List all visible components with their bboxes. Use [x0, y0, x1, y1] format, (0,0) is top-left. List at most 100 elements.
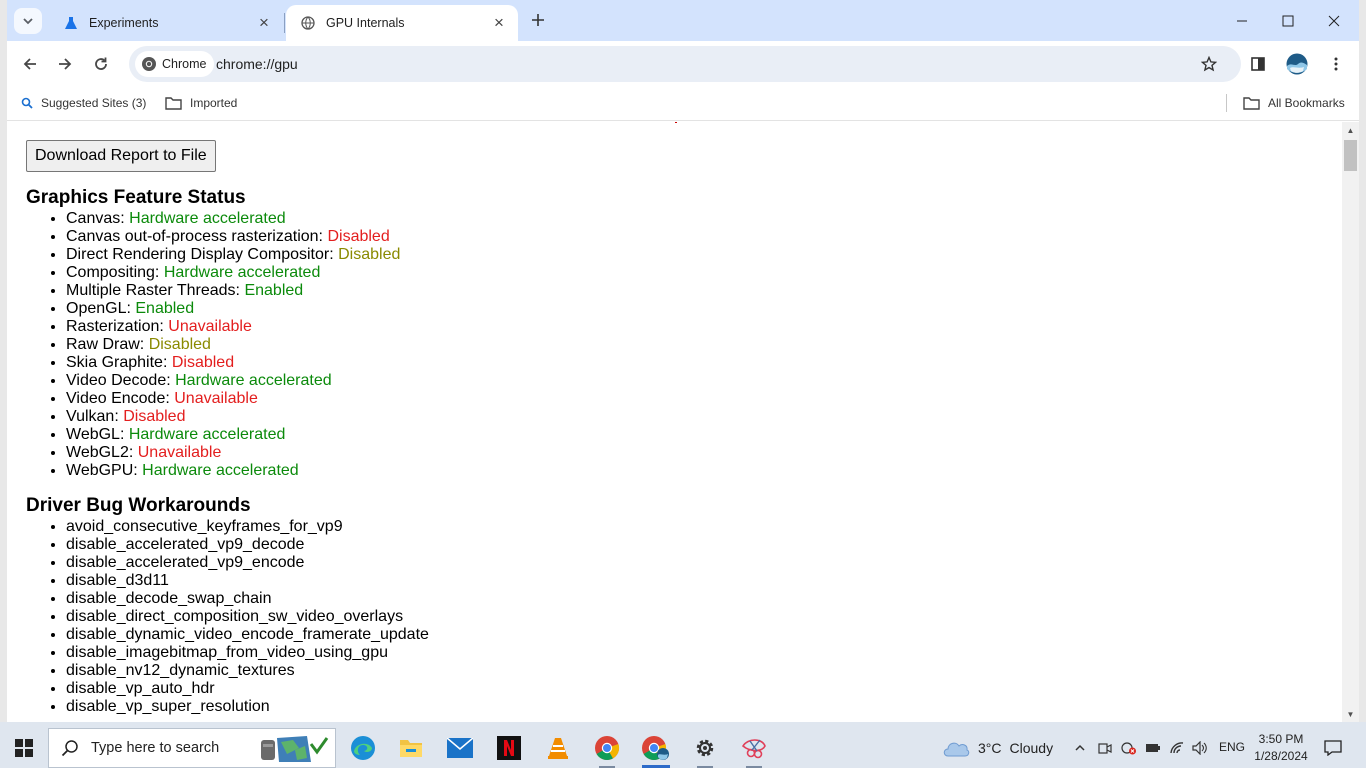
workaround-item: disable_decode_swap_chain: [66, 590, 429, 608]
taskbar-settings[interactable]: [681, 728, 729, 768]
feature-status-item: Video Decode: Hardware accelerated: [66, 372, 400, 390]
taskbar-netflix[interactable]: [485, 728, 533, 768]
weather-temperature: 3°C: [978, 740, 1002, 756]
feature-status: Enabled: [135, 300, 195, 317]
tray-meet-icon[interactable]: [1095, 738, 1115, 758]
close-tab-icon[interactable]: ×: [490, 13, 508, 32]
folder-icon: [400, 740, 422, 757]
profile-button[interactable]: [1283, 50, 1311, 78]
tray-wifi-icon[interactable]: [1167, 738, 1187, 758]
feature-status-item: Canvas out-of-process rasterization: Dis…: [66, 228, 400, 246]
close-tab-icon[interactable]: ×: [255, 13, 273, 32]
chevron-up-icon: [1075, 744, 1085, 751]
scroll-up-arrow-icon[interactable]: ▲: [1342, 122, 1359, 138]
address-bar[interactable]: Chrome chrome://gpu: [129, 46, 1241, 82]
feature-name: WebGPU:: [66, 462, 143, 479]
search-icon: [61, 740, 78, 757]
chevron-down-icon: [23, 18, 33, 25]
feature-status: Hardware accelerated: [128, 426, 286, 443]
workaround-item: avoid_consecutive_keyframes_for_vp9: [66, 518, 429, 536]
taskbar-chrome-profile[interactable]: [632, 728, 680, 768]
scroll-down-arrow-icon[interactable]: ▼: [1342, 706, 1359, 722]
browser-window: Experiments × GPU Internals × Chrome chr…: [7, 0, 1359, 722]
feature-status-list: Canvas: Hardware acceleratedCanvas out-o…: [26, 210, 400, 480]
taskbar-file-explorer[interactable]: [387, 728, 435, 768]
tray-battery-icon[interactable]: [1143, 738, 1163, 758]
chrome-logo-icon: [142, 57, 156, 71]
tray-security-icon[interactable]: [1119, 738, 1139, 758]
feature-status: Enabled: [244, 282, 304, 299]
tab-search-button[interactable]: [14, 8, 42, 34]
feature-name: Video Encode:: [66, 390, 175, 407]
feature-status: Hardware accelerated: [175, 372, 332, 389]
bookmark-suggested-sites[interactable]: Suggested Sites (3): [21, 93, 146, 113]
show-hidden-icons-button[interactable]: [1070, 738, 1090, 758]
clock-time: 3:50 PM: [1258, 732, 1304, 746]
taskbar-snipping-tool[interactable]: [730, 728, 778, 768]
minimize-button[interactable]: [1219, 0, 1265, 41]
site-info-chip[interactable]: Chrome: [135, 51, 215, 77]
side-panel-button[interactable]: [1244, 50, 1272, 78]
graphics-feature-status-section: Graphics Feature Status Canvas: Hardware…: [26, 186, 400, 480]
feature-name: Multiple Raster Threads:: [66, 282, 245, 299]
workaround-item: disable_vp_auto_hdr: [66, 680, 429, 698]
gear-icon: [696, 739, 714, 757]
feature-status: Unavailable: [137, 444, 222, 461]
back-button[interactable]: [16, 50, 44, 78]
bookmark-star-button[interactable]: [1197, 52, 1221, 76]
url-text[interactable]: chrome://gpu: [216, 56, 298, 72]
vertical-scrollbar[interactable]: ▲ ▼: [1342, 122, 1359, 722]
feature-status-item: Vulkan: Disabled: [66, 408, 400, 426]
feature-status-item: Raw Draw: Disabled: [66, 336, 400, 354]
feature-status-item: Canvas: Hardware accelerated: [66, 210, 400, 228]
taskbar-vlc[interactable]: [534, 728, 582, 768]
workaround-item: disable_dynamic_video_encode_framerate_u…: [66, 626, 429, 644]
bookmark-folder-all[interactable]: All Bookmarks: [1243, 93, 1345, 113]
notification-icon: [1324, 740, 1342, 756]
chrome-profile-icon: [642, 736, 669, 761]
reload-icon: [95, 57, 107, 70]
download-report-button[interactable]: Download Report to File: [26, 140, 216, 172]
folder-icon: [1243, 96, 1260, 110]
workaround-item: disable_accelerated_vp9_encode: [66, 554, 429, 572]
mail-icon: [447, 738, 473, 758]
taskbar-search-box[interactable]: Type here to search: [48, 728, 336, 768]
window-border-left: [0, 0, 7, 722]
input-language-indicator[interactable]: ENG: [1219, 740, 1245, 754]
tab-gpu-internals[interactable]: GPU Internals ×: [286, 5, 518, 41]
feature-name: WebGL:: [66, 426, 129, 443]
site-chip-label: Chrome: [162, 57, 207, 71]
clock[interactable]: 3:50 PM 1/28/2024: [1249, 731, 1313, 765]
reload-button[interactable]: [87, 50, 115, 78]
forward-button[interactable]: [51, 50, 79, 78]
weather-widget[interactable]: 3°C Cloudy: [942, 728, 1053, 768]
search-icon: [21, 97, 33, 109]
tab-experiments[interactable]: Experiments ×: [49, 5, 283, 41]
netflix-icon: [497, 736, 521, 760]
close-icon: [1328, 15, 1340, 26]
weather-condition: Cloudy: [1009, 740, 1054, 756]
close-window-button[interactable]: [1311, 0, 1357, 41]
notification-center-button[interactable]: [1320, 736, 1346, 760]
taskbar-mail[interactable]: [436, 728, 484, 768]
star-icon: [1201, 56, 1217, 72]
taskbar-edge[interactable]: [339, 728, 387, 768]
bookmark-folder-imported[interactable]: Imported: [165, 93, 237, 113]
feature-name: Vulkan:: [66, 408, 124, 425]
tray-volume-icon[interactable]: [1190, 738, 1210, 758]
workaround-item: disable_nv12_dynamic_textures: [66, 662, 429, 680]
driver-bug-workarounds-section: Driver Bug Workarounds avoid_consecutive…: [26, 494, 429, 716]
plus-icon: [532, 14, 544, 26]
feature-name: WebGL2:: [66, 444, 138, 461]
new-tab-button[interactable]: [527, 9, 549, 31]
start-button[interactable]: [0, 728, 48, 768]
arrow-right-icon: [59, 58, 72, 70]
scrollbar-thumb[interactable]: [1344, 140, 1357, 171]
edge-icon: [351, 736, 375, 760]
vlc-icon: [548, 738, 568, 759]
speaker-icon: [1192, 741, 1207, 755]
taskbar-chrome[interactable]: [583, 728, 631, 768]
tab-strip: Experiments × GPU Internals ×: [7, 0, 1359, 41]
menu-button[interactable]: [1322, 50, 1350, 78]
maximize-button[interactable]: [1265, 0, 1311, 41]
